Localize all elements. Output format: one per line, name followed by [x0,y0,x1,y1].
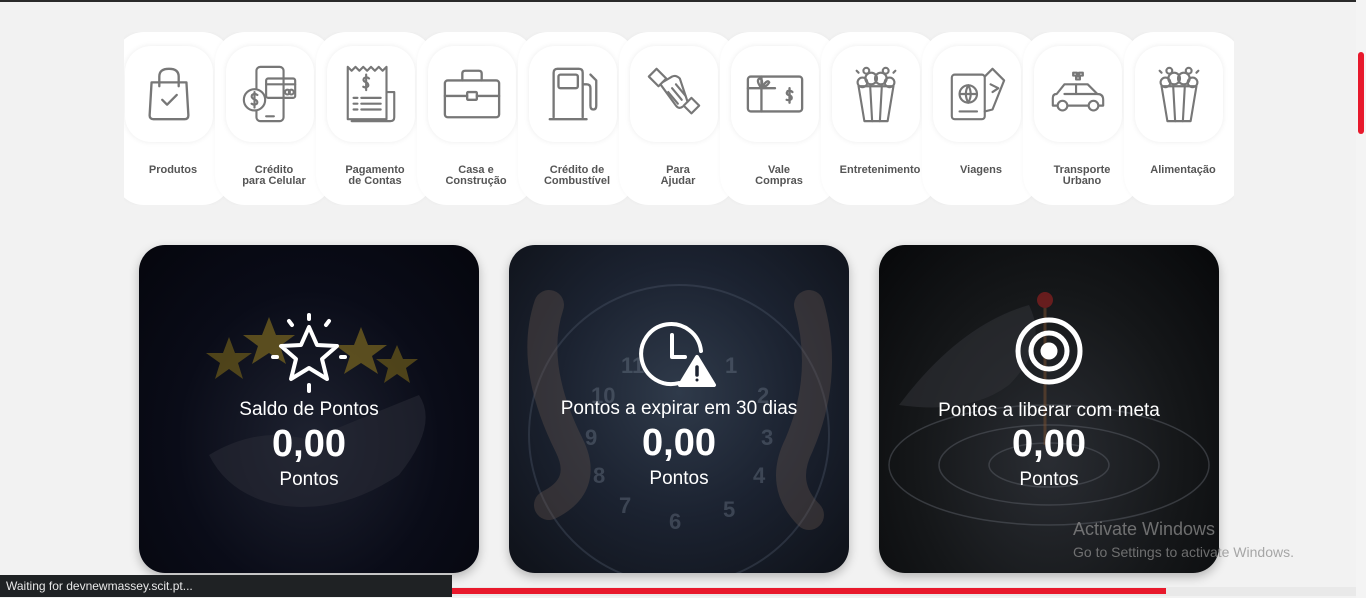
card-title: Saldo de Pontos [239,399,379,420]
svg-text:1: 1 [725,353,737,378]
popcorn-icon [832,46,920,142]
shopping-bag-icon [125,46,213,142]
card-unit: Pontos [649,468,709,489]
category-alimentacao[interactable]: Alimentação [1124,32,1234,205]
star-icon [271,313,347,393]
window-top-border [0,0,1366,2]
gift-card-icon [731,46,819,142]
passport-ticket-icon [933,46,1021,142]
card-value: 0,00 [272,423,346,465]
bill-receipt-icon [327,46,415,142]
loading-progress-bar [452,587,1356,596]
handshake-icon [630,46,718,142]
popcorn-icon [1135,46,1223,142]
points-expiring-card[interactable]: 11 1 10 2 93 84 75 6 Pontos a expirar em 3… [509,245,849,573]
vertical-scrollbar[interactable] [1356,0,1366,598]
svg-text:7: 7 [619,493,631,518]
taxi-icon [1034,46,1122,142]
svg-text:5: 5 [723,497,735,522]
category-label: Alimentação [1150,164,1216,176]
points-balance-card[interactable]: Saldo de Pontos 0,00 Pontos [139,245,479,573]
card-title: Pontos a expirar em 30 dias [560,398,798,419]
category-carousel[interactable]: Produtos Crédito para Celular Pagamento … [124,32,1234,205]
svg-text:6: 6 [669,509,681,534]
activate-windows-title: Activate Windows [1073,519,1216,539]
card-value: 0,00 [642,422,716,464]
phone-credit-icon [226,46,314,142]
card-unit: Pontos [1019,469,1079,490]
card-value: 0,00 [1012,423,1086,465]
scrollbar-thumb[interactable] [1358,52,1364,134]
loading-progress-fill [452,588,1167,594]
activate-windows-subtitle: Go to Settings to activate Windows. [1073,544,1294,560]
card-unit: Pontos [279,469,339,490]
target-icon [1015,317,1083,385]
browser-status-bar: Waiting for devnewmassey.scit.pt... [0,575,452,597]
card-title: Pontos a liberar com meta [938,400,1160,421]
fuel-pump-icon [529,46,617,142]
clock-warning-icon [639,322,716,387]
briefcase-icon [428,46,516,142]
